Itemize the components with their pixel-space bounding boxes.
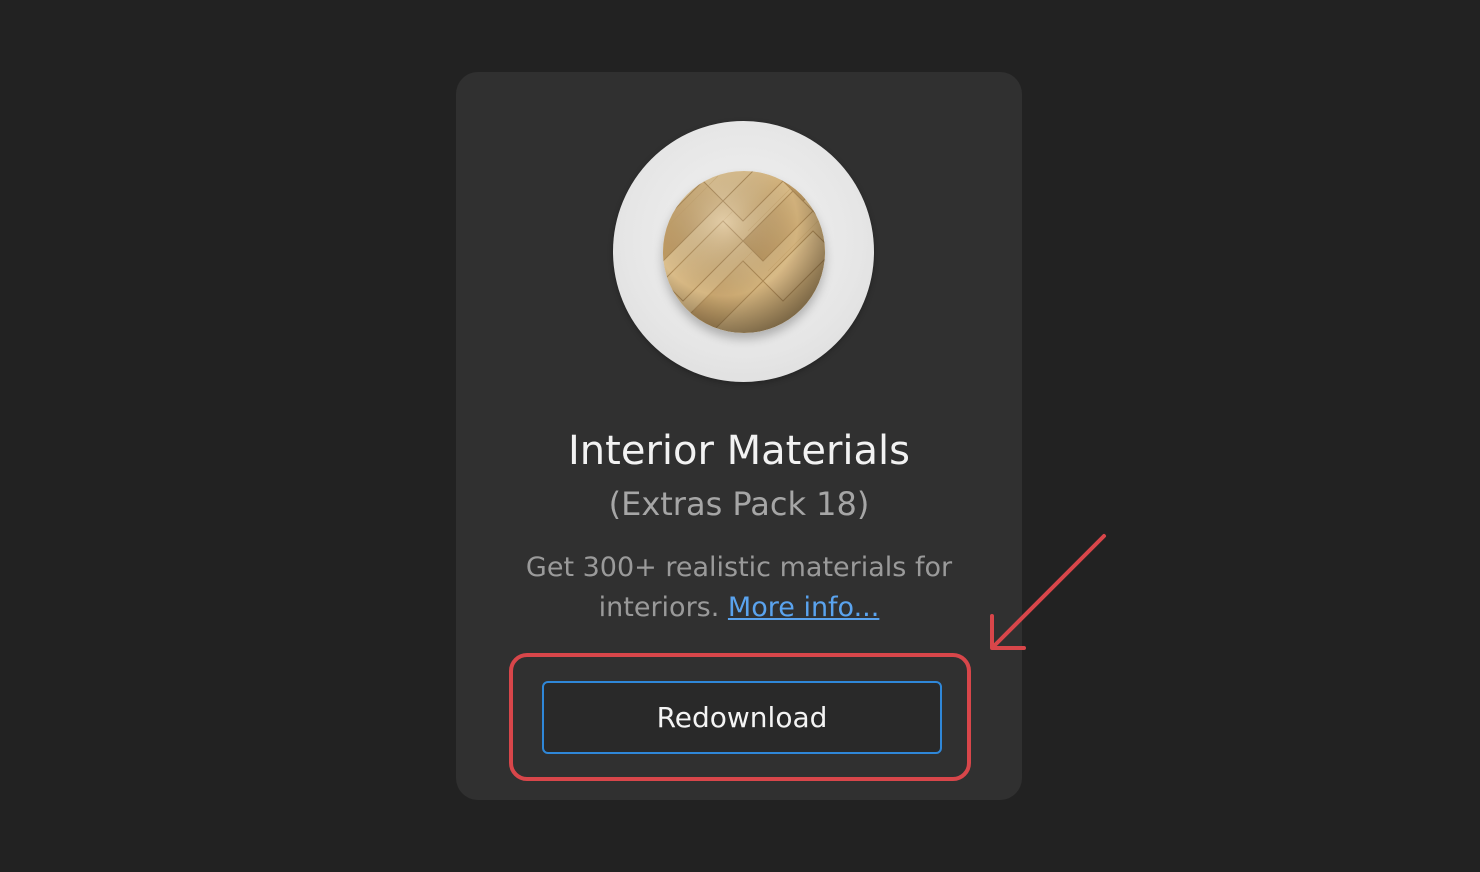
page: Interior Materials (Extras Pack 18) Get … [0,0,1480,872]
arrow-down-left-icon [990,534,1106,650]
more-info-link[interactable]: More info... [728,592,879,623]
annotation-highlight-box [509,653,971,781]
pack-subtitle: (Extras Pack 18) [608,485,870,523]
pack-title: Interior Materials [568,428,910,474]
material-thumbnail [613,121,874,382]
wood-material-sphere-icon [663,171,825,333]
pack-description: Get 300+ realistic materials for interio… [496,548,982,628]
